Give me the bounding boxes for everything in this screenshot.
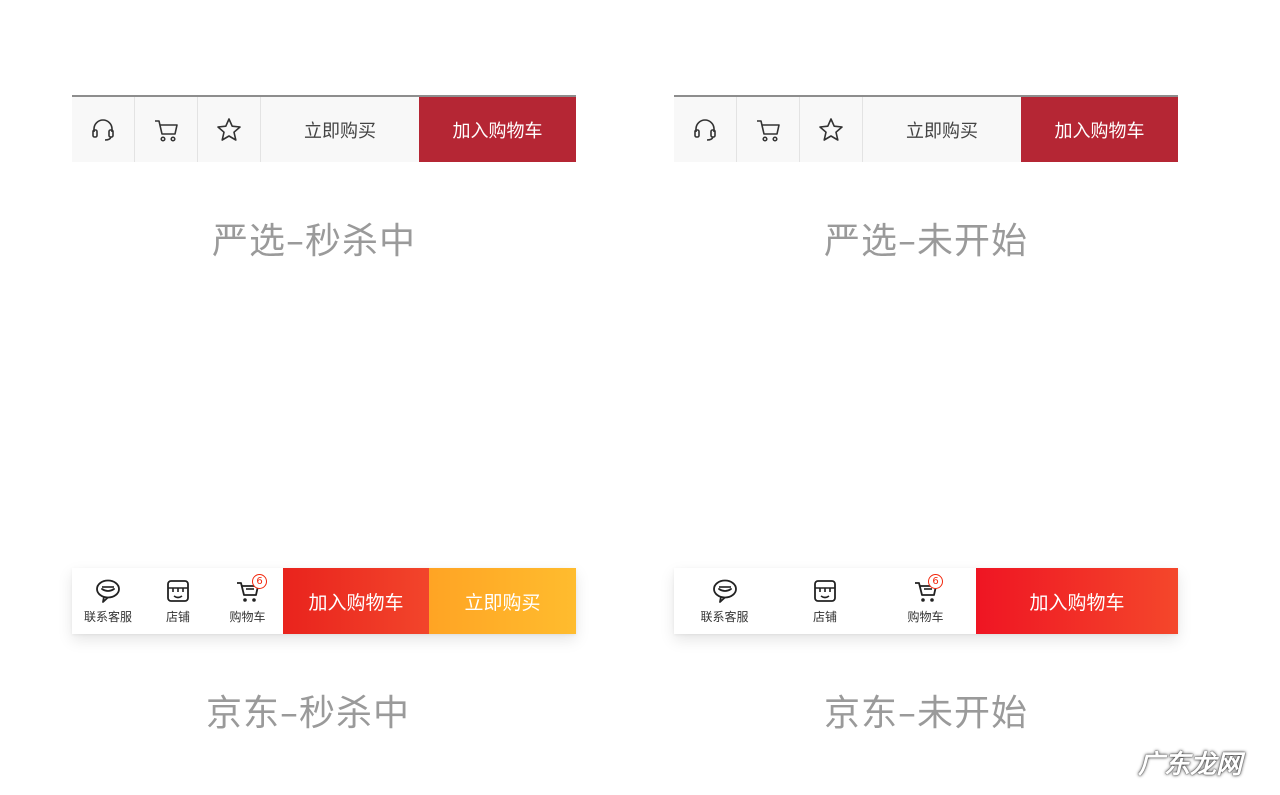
star-icon [819, 117, 843, 141]
store-icon [167, 580, 189, 602]
cart-button[interactable] [737, 97, 800, 162]
cart-button[interactable] [135, 97, 198, 162]
shopping-cart-button[interactable]: 6 购物车 [212, 568, 283, 634]
store-label: 店铺 [812, 610, 837, 624]
shopping-cart-button[interactable]: 6 购物车 [875, 568, 976, 634]
cart-icon [155, 119, 178, 142]
jd-flash-bar: 联系客服 店铺 6 购物车 加入购物车 立即购买 [72, 568, 576, 634]
store-button[interactable]: 店铺 [144, 568, 212, 634]
contact-service-button[interactable]: 联系客服 [674, 568, 775, 634]
add-to-cart-button[interactable]: 加入购物车 [976, 568, 1178, 634]
caption-jd-flash: 京东–秒杀中 [205, 693, 410, 734]
buy-now-button[interactable]: 立即购买 [863, 97, 1021, 162]
yanxuan-upcoming-bar: 立即购买 加入购物车 [674, 95, 1178, 162]
customer-service-button[interactable] [674, 97, 737, 162]
contact-service-button[interactable]: 联系客服 [72, 568, 144, 634]
caption-jd-upcoming: 京东–未开始 [823, 693, 1028, 734]
buy-now-button[interactable]: 立即购买 [429, 568, 576, 634]
add-to-cart-button[interactable]: 加入购物车 [283, 568, 429, 634]
cart-icon [757, 119, 780, 142]
cart-count-badge: 6 [252, 574, 267, 589]
buy-now-button[interactable]: 立即购买 [261, 97, 419, 162]
store-label: 店铺 [165, 610, 190, 624]
watermark-logo: 广东龙网 [1137, 750, 1242, 780]
contact-service-label: 联系客服 [83, 610, 132, 624]
shopping-cart-label: 购物车 [229, 610, 266, 624]
cart-count-badge: 6 [928, 574, 943, 589]
headset-icon [92, 118, 114, 141]
shopping-cart-label: 购物车 [907, 610, 944, 624]
chat-bubble-icon [96, 579, 120, 603]
store-button[interactable]: 店铺 [775, 568, 875, 634]
chat-bubble-icon [712, 579, 737, 603]
favorite-button[interactable] [800, 97, 863, 162]
jd-upcoming-bar: 联系客服 店铺 6 购物车 加入购物车 [674, 568, 1178, 634]
customer-service-button[interactable] [72, 97, 135, 162]
headset-icon [694, 118, 716, 141]
star-icon [217, 117, 241, 141]
store-icon [814, 580, 836, 602]
add-to-cart-button[interactable]: 加入购物车 [419, 97, 576, 162]
caption-yanxuan-upcoming: 严选–未开始 [823, 221, 1028, 262]
yanxuan-flash-bar: 立即购买 加入购物车 [72, 95, 576, 162]
contact-service-label: 联系客服 [700, 610, 749, 624]
favorite-button[interactable] [198, 97, 261, 162]
caption-yanxuan-flash: 严选–秒杀中 [211, 221, 416, 262]
add-to-cart-button[interactable]: 加入购物车 [1021, 97, 1178, 162]
